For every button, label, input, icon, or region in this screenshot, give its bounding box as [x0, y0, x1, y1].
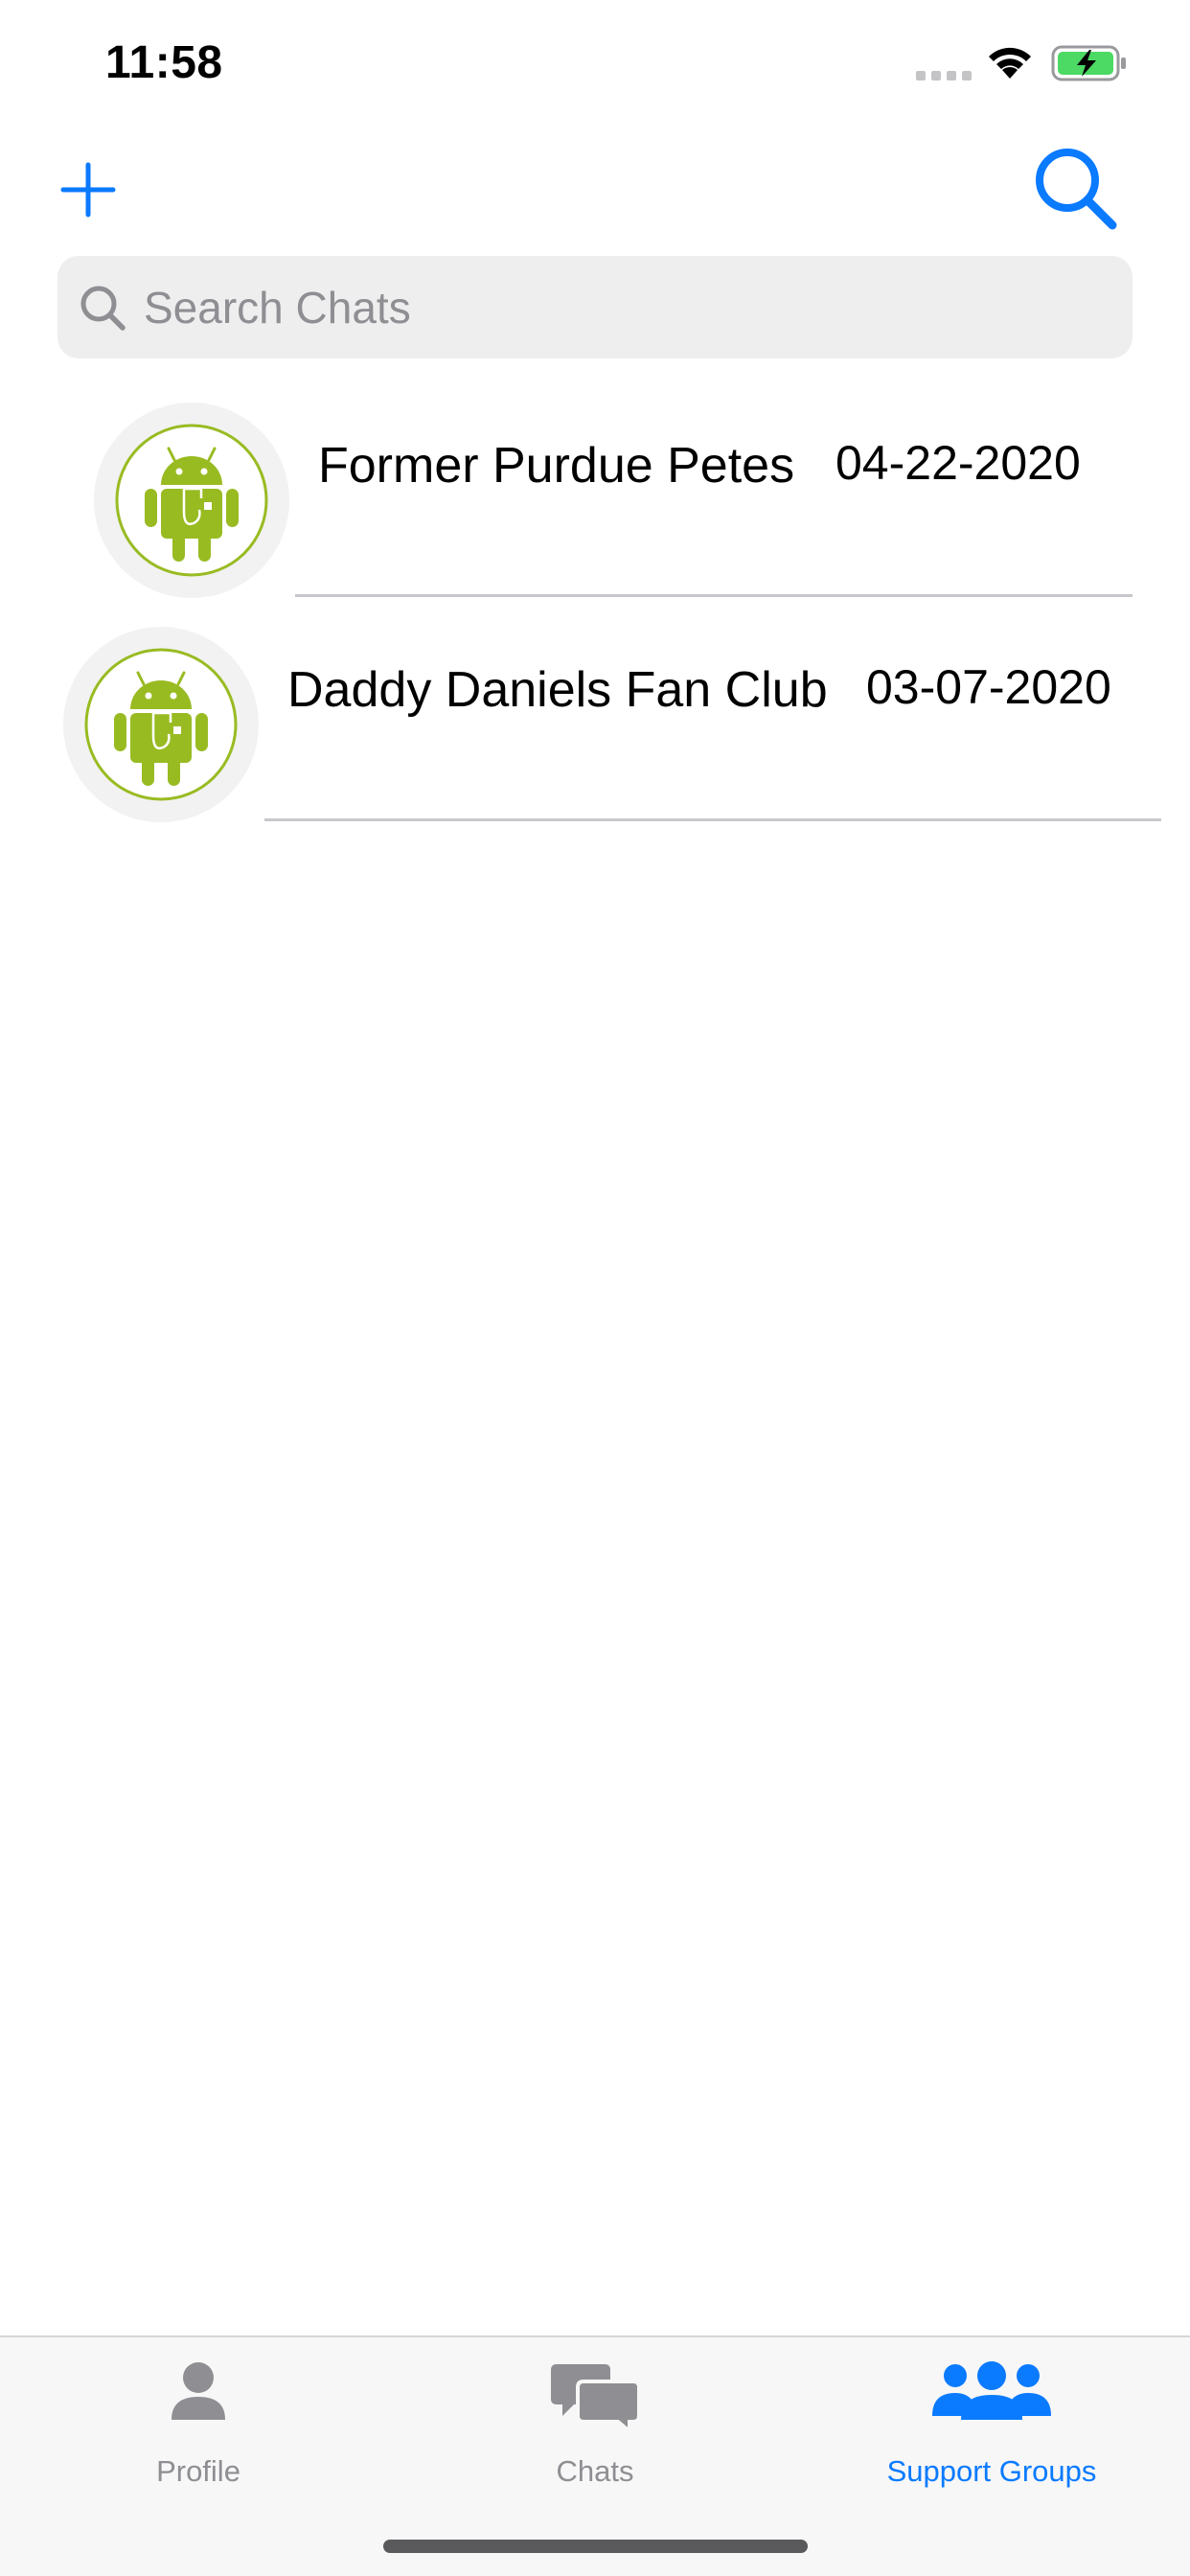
status-time: 11:58 — [105, 37, 223, 88]
tab-support-groups[interactable]: Support Groups — [793, 2337, 1190, 2529]
row-divider — [264, 818, 1161, 821]
android-avatar — [63, 627, 259, 822]
chat-title: Daddy Daniels Fan Club — [287, 662, 828, 718]
wifi-icon — [989, 47, 1031, 79]
search-input[interactable] — [144, 268, 1083, 346]
chat-date: 03-07-2020 — [866, 660, 1111, 714]
plus-icon[interactable] — [59, 161, 117, 218]
tab-chats[interactable]: Chats — [397, 2337, 793, 2529]
android-logo-icon — [115, 424, 268, 577]
android-logo-icon — [84, 648, 238, 801]
chat-row[interactable]: Daddy Daniels Fan Club 03-07-2020 — [0, 617, 1190, 840]
chat-row[interactable]: Former Purdue Petes 04-22-2020 — [0, 393, 1190, 615]
android-avatar — [94, 402, 289, 598]
person-icon — [172, 2362, 225, 2420]
row-divider — [295, 594, 1133, 597]
tab-label: Support Groups — [886, 2454, 1097, 2488]
magnifier-icon — [80, 286, 126, 331]
tab-label: Profile — [156, 2454, 240, 2488]
chat-title: Former Purdue Petes — [318, 438, 795, 494]
chat-date: 04-22-2020 — [835, 436, 1081, 490]
battery-charging-icon — [1051, 45, 1126, 81]
cellular-signal-icon — [916, 71, 972, 80]
chat-bubbles-icon — [551, 2364, 639, 2433]
support-groups-screen: 11:58 Search Chats Former Purdue Petes 0… — [0, 0, 1190, 2576]
tab-label: Chats — [556, 2454, 634, 2488]
search-bar[interactable] — [57, 256, 1133, 358]
search-icon[interactable] — [1033, 146, 1119, 232]
tab-profile[interactable]: Profile — [0, 2337, 397, 2529]
home-indicator — [383, 2540, 808, 2553]
group-icon — [932, 2361, 1051, 2420]
